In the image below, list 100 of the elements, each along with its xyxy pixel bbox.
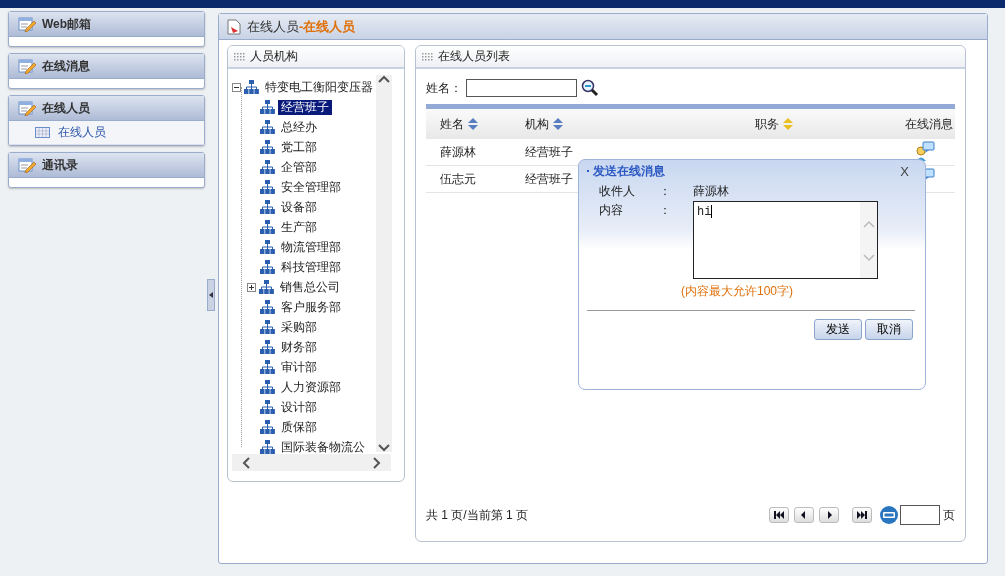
note-pencil-icon — [18, 58, 36, 74]
org-chart-icon — [260, 420, 275, 434]
page-number-field[interactable] — [900, 505, 940, 525]
tree-node[interactable]: 客户服务部 — [278, 299, 344, 315]
search-icon — [581, 79, 599, 97]
sidebar-item-label: 在线人员 — [58, 124, 106, 141]
scroll-down-icon — [378, 444, 390, 452]
field-label: 收件人 — [599, 183, 636, 200]
org-chart-icon — [260, 160, 275, 174]
org-chart-icon — [260, 300, 275, 314]
close-button[interactable]: X — [900, 163, 915, 179]
org-chart-icon — [260, 400, 275, 414]
tree-node[interactable]: 科技管理部 — [278, 259, 344, 275]
scroll-up-icon — [862, 220, 875, 228]
table-cell: 经营班子 — [525, 144, 574, 159]
org-chart-icon — [260, 260, 275, 274]
column-header[interactable]: 职务 — [754, 115, 793, 133]
grid-icon — [35, 127, 50, 138]
tree-node[interactable]: 党工部 — [278, 139, 320, 155]
send-button[interactable]: 发送 — [814, 319, 862, 340]
sidebar-header-label: 通讯录 — [42, 156, 78, 174]
page-title: 在线人员 — [247, 17, 299, 36]
cancel-button[interactable]: 取消 — [865, 319, 913, 340]
page-subtitle: -在线人员 — [299, 17, 356, 36]
sidebar-header[interactable]: Web邮箱 — [9, 12, 204, 37]
arrow-left-icon — [209, 292, 213, 298]
last-page-icon — [857, 511, 867, 519]
org-chart-icon — [259, 280, 274, 294]
tree-node[interactable]: 经营班子 — [278, 99, 332, 115]
sidebar-item[interactable]: 在线人员 — [9, 121, 204, 145]
tree-node[interactable]: 质保部 — [278, 419, 320, 435]
column-header[interactable]: 机构 — [525, 115, 564, 133]
org-chart-icon — [260, 340, 275, 354]
tree-node[interactable]: 销售总公司 — [277, 279, 343, 295]
scroll-right-icon — [373, 456, 381, 469]
table-cell: 薛源林 — [440, 144, 476, 159]
org-chart-icon — [260, 200, 275, 214]
scroll-up-icon — [378, 75, 390, 83]
org-chart-icon — [260, 440, 275, 454]
org-chart-icon — [244, 80, 259, 94]
page-unit: 页 — [943, 506, 955, 524]
tree-node[interactable]: 生产部 — [278, 219, 320, 235]
last-page-button[interactable] — [852, 507, 872, 523]
org-chart-icon — [260, 100, 275, 114]
note-pencil-icon — [18, 157, 36, 173]
expand-icon — [247, 282, 256, 292]
note-pencil-icon — [18, 100, 36, 116]
grip-icon — [422, 52, 434, 61]
tree-node[interactable]: 财务部 — [278, 339, 320, 355]
table-cell: 伍志元 — [440, 171, 476, 186]
page-summary: 共 1 页/当前第 1 页 — [426, 506, 529, 524]
panel-title: 在线人员列表 — [438, 48, 510, 65]
message-input[interactable]: hi — [693, 201, 878, 279]
sidebar-header[interactable]: 在线消息 — [9, 54, 204, 79]
tree-node[interactable]: 安全管理部 — [278, 179, 344, 195]
search-field[interactable] — [466, 79, 577, 97]
first-page-button[interactable] — [769, 507, 789, 523]
sidebar-header-label: 在线人员 — [42, 99, 90, 117]
search-label: 姓名： — [426, 79, 462, 97]
org-chart-icon — [260, 360, 275, 374]
tree-node[interactable]: 特变电工衡阳变压器 — [262, 79, 376, 95]
previous-page-button[interactable] — [794, 507, 814, 523]
sidebar-header[interactable]: 通讯录 — [9, 153, 204, 178]
sidebar-header[interactable]: 在线人员 — [9, 96, 204, 121]
org-chart-icon — [260, 320, 275, 334]
org-chart-icon — [260, 120, 275, 134]
next-page-button[interactable] — [819, 507, 839, 523]
tree-node[interactable]: 企管部 — [278, 159, 320, 175]
sidebar-header-label: 在线消息 — [42, 57, 90, 75]
field-label: 内容 — [599, 202, 624, 219]
collapse-handle[interactable] — [207, 279, 215, 311]
field-colon: ： — [659, 202, 672, 219]
tree-node[interactable]: 设备部 — [278, 199, 320, 215]
horizontal-scrollbar[interactable] — [232, 454, 391, 471]
org-chart-icon — [260, 220, 275, 234]
field-colon: ： — [659, 183, 672, 200]
tree-node[interactable]: 采购部 — [278, 319, 320, 335]
tree-node[interactable]: 总经办 — [278, 119, 320, 135]
org-chart-icon — [260, 380, 275, 394]
document-icon — [227, 18, 241, 35]
tree-node[interactable]: 审计部 — [278, 359, 320, 375]
tree-node[interactable]: 国际装备物流公 — [278, 439, 368, 454]
grip-icon — [234, 52, 246, 61]
sidebar-header-label: Web邮箱 — [42, 15, 92, 33]
recipient-name: 薛源林 — [693, 183, 730, 200]
scroll-down-icon — [862, 254, 875, 262]
org-chart-icon — [260, 140, 275, 154]
org-chart-icon — [260, 240, 275, 254]
tree-node[interactable]: 物流管理部 — [278, 239, 344, 255]
go-icon — [880, 506, 898, 524]
note-pencil-icon — [18, 16, 36, 32]
vertical-scrollbar[interactable] — [376, 75, 392, 452]
first-page-icon — [774, 511, 784, 519]
dialog-title: 发送在线消息 — [593, 162, 665, 180]
column-header: 在线消息 — [905, 115, 953, 133]
length-hint: (内容最大允许100字) — [681, 283, 794, 300]
tree-node[interactable]: 人力资源部 — [278, 379, 344, 395]
tree-node[interactable]: 设计部 — [278, 399, 320, 415]
table-cell: 经营班子 — [525, 171, 574, 186]
scroll-left-icon — [242, 456, 250, 469]
